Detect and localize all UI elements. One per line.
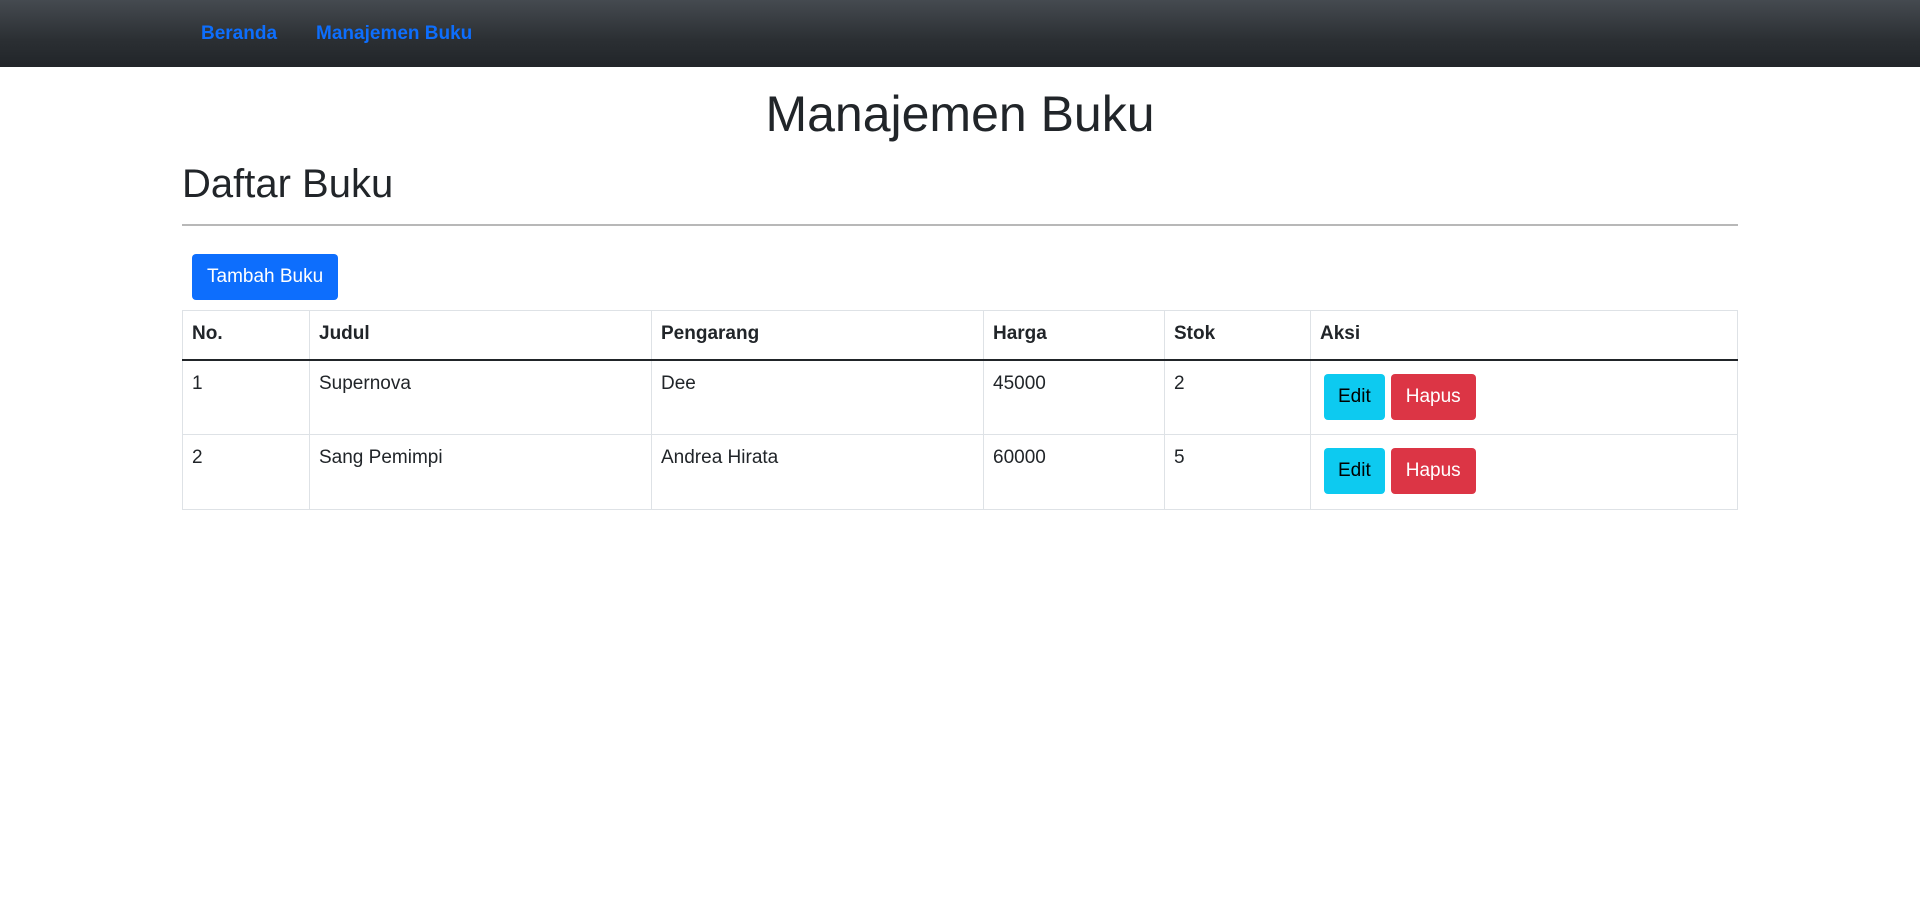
table-row: 1 Supernova Dee 45000 2 Edit Hapus (182, 359, 1738, 435)
cell-judul: Supernova (309, 359, 652, 435)
header-pengarang: Pengarang (651, 310, 984, 361)
cell-aksi: Edit Hapus (1310, 359, 1738, 435)
section-title: Daftar Buku (182, 162, 394, 206)
cell-stok: 5 (1164, 434, 1311, 510)
cell-stok: 2 (1164, 359, 1311, 435)
page-title: Manajemen Buku (765, 86, 1155, 142)
nav-link-manajemen-buku[interactable]: Manajemen Buku (316, 23, 472, 45)
divider (182, 224, 1738, 226)
cell-no: 2 (182, 434, 310, 510)
cell-pengarang: Dee (651, 359, 984, 435)
cell-aksi: Edit Hapus (1310, 434, 1738, 510)
edit-button[interactable]: Edit (1324, 373, 1385, 420)
navbar: Beranda Manajemen Buku (0, 0, 1920, 67)
books-table: No. Judul Pengarang Harga Stok Aksi 1 Su… (182, 310, 1738, 510)
table-header-row: No. Judul Pengarang Harga Stok Aksi (182, 310, 1738, 361)
edit-button[interactable]: Edit (1324, 448, 1385, 494)
cell-no: 1 (182, 359, 310, 435)
header-no: No. (182, 310, 310, 361)
nav-link-beranda[interactable]: Beranda (201, 23, 277, 45)
delete-button[interactable]: Hapus (1390, 373, 1476, 420)
header-aksi: Aksi (1310, 310, 1738, 361)
header-stok: Stok (1164, 310, 1311, 361)
cell-pengarang: Andrea Hirata (651, 434, 984, 510)
cell-harga: 45000 (983, 359, 1165, 435)
delete-button[interactable]: Hapus (1390, 448, 1476, 494)
header-judul: Judul (309, 310, 652, 361)
cell-harga: 60000 (983, 434, 1165, 510)
header-harga: Harga (983, 310, 1165, 361)
main-content: Manajemen Buku Daftar Buku Tambah Buku N… (182, 67, 1738, 510)
add-book-button[interactable]: Tambah Buku (192, 254, 339, 300)
cell-judul: Sang Pemimpi (309, 434, 652, 510)
table-row: 2 Sang Pemimpi Andrea Hirata 60000 5 Edi… (182, 434, 1738, 510)
